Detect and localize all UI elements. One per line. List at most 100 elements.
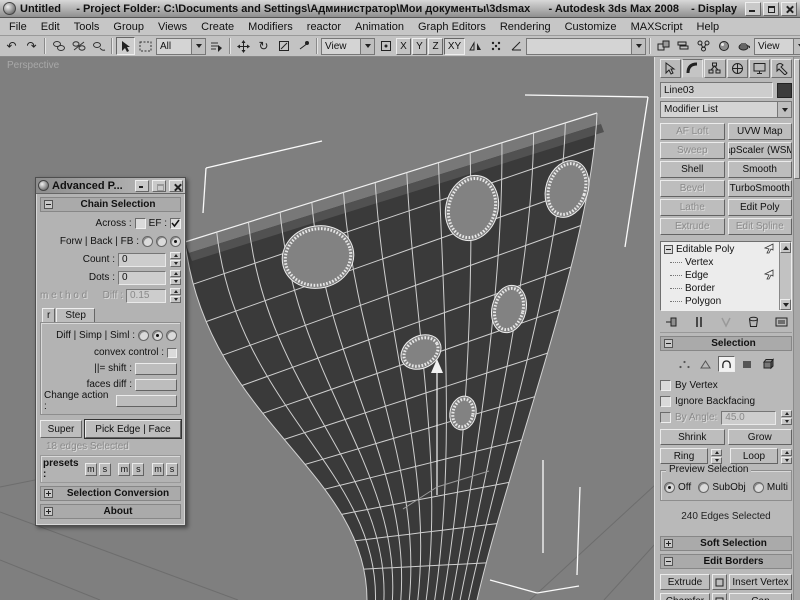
polygon-mode-icon[interactable] [739, 356, 756, 372]
preview-subobj-radio[interactable]: SubObj [698, 482, 745, 493]
preview-off-radio[interactable]: Off [664, 482, 691, 493]
tab-display-icon[interactable] [749, 59, 770, 78]
loop-button[interactable]: Loop [730, 448, 778, 464]
layer-manager-icon[interactable] [674, 37, 693, 55]
make-unique-icon[interactable] [717, 314, 735, 329]
dialog-minimize-button[interactable] [135, 180, 149, 192]
align-icon[interactable] [654, 37, 673, 55]
simp-radio[interactable] [152, 330, 163, 341]
editpoly-button[interactable]: Edit Poly [728, 199, 793, 216]
close-button[interactable] [781, 2, 797, 16]
select-and-scale-icon[interactable] [274, 37, 293, 55]
stack-row-polygon[interactable]: Polygon [664, 295, 777, 308]
render-view-dropdown[interactable]: View [754, 38, 800, 55]
dialog-title-bar[interactable]: Advanced P... [36, 178, 185, 194]
ring-spinner[interactable] [711, 449, 722, 464]
diff-field[interactable]: 0.15 [126, 289, 166, 303]
panel-scrollbar[interactable] [793, 57, 800, 600]
use-pivot-center-icon[interactable] [376, 37, 395, 55]
mapscaler-button[interactable]: apScaler (WSM [728, 142, 793, 159]
angle-snap-icon[interactable] [506, 37, 525, 55]
by-angle-field[interactable]: 45.0 [721, 411, 776, 425]
edge-mode-icon[interactable] [697, 356, 714, 372]
select-object-icon[interactable] [116, 37, 135, 55]
turbosmooth-button[interactable]: TurboSmooth [728, 180, 793, 197]
convex-checkbox[interactable] [167, 348, 177, 358]
dropdown-arrow-icon[interactable] [777, 102, 791, 117]
grow-button[interactable]: Grow [728, 429, 793, 445]
select-by-name-icon[interactable] [207, 37, 226, 55]
chamfer-button[interactable]: Chamfer [660, 593, 710, 600]
lathe-button[interactable]: Lathe [660, 199, 725, 216]
selection-conversion-rollout-header[interactable]: Selection Conversion [40, 486, 181, 501]
menu-graph-editors[interactable]: Graph Editors [411, 19, 493, 35]
dialog-close-button[interactable] [169, 180, 183, 192]
element-mode-icon[interactable] [760, 356, 777, 372]
diff-spinner[interactable] [170, 288, 181, 303]
tab-utilities-icon[interactable] [771, 59, 792, 78]
object-name-field[interactable]: Line03 [660, 82, 773, 98]
remove-modifier-icon[interactable] [745, 314, 763, 329]
menu-animation[interactable]: Animation [348, 19, 411, 35]
stack-row-edge[interactable]: Edge [664, 269, 777, 282]
dropdown-arrow-icon[interactable] [631, 39, 645, 54]
menu-customize[interactable]: Customize [558, 19, 624, 35]
loop-spinner[interactable] [781, 449, 792, 464]
advanced-painter-dialog[interactable]: Advanced P... Chain Selection Across : E… [35, 177, 186, 526]
show-end-result-icon[interactable] [690, 314, 708, 329]
object-color-swatch[interactable] [777, 83, 792, 98]
preset-s1-button[interactable]: s [99, 463, 111, 476]
edit-borders-rollout-header[interactable]: Edit Borders [660, 554, 792, 569]
scroll-up-icon[interactable] [780, 242, 791, 253]
back-radio[interactable] [156, 236, 167, 247]
collapse-icon[interactable] [664, 245, 673, 254]
menu-edit[interactable]: Edit [34, 19, 67, 35]
selection-rollout-header[interactable]: Selection [660, 336, 792, 351]
menu-reactor[interactable]: reactor [300, 19, 348, 35]
afloft-button[interactable]: AF Loft [660, 123, 725, 140]
dropdown-arrow-icon[interactable] [793, 39, 800, 54]
modifier-list-dropdown[interactable]: Modifier List [660, 101, 792, 118]
checkbox[interactable] [660, 412, 671, 423]
axis-x-button[interactable]: X [396, 38, 411, 55]
reference-coordinate-dropdown[interactable]: View [321, 38, 375, 55]
dots-field[interactable]: 0 [118, 271, 166, 285]
restore-button[interactable] [763, 2, 779, 16]
render-setup-icon[interactable] [734, 37, 753, 55]
tab-step[interactable]: Step [56, 308, 95, 322]
minimize-button[interactable] [745, 2, 761, 16]
checkbox[interactable] [660, 380, 671, 391]
dots-spinner[interactable] [170, 270, 181, 285]
menu-maxscript[interactable]: MAXScript [624, 19, 690, 35]
configure-modifier-sets-icon[interactable] [772, 314, 790, 329]
schematic-view-icon[interactable] [694, 37, 713, 55]
menu-views[interactable]: Views [151, 19, 194, 35]
faces-diff-button[interactable] [135, 379, 177, 391]
cap-button[interactable]: Cap [729, 593, 792, 600]
redo-icon[interactable]: ↷ [22, 37, 41, 55]
extrude-settings-icon[interactable] [712, 574, 727, 590]
extrude-mod-button[interactable]: Extrude [660, 218, 725, 235]
smooth-button[interactable]: Smooth [728, 161, 793, 178]
stack-scrollbar[interactable] [779, 242, 791, 310]
viewport-label[interactable]: Perspective [7, 60, 59, 71]
about-rollout-header[interactable]: About [40, 504, 181, 519]
forw-radio[interactable] [142, 236, 153, 247]
extrude-button[interactable]: Extrude [660, 574, 710, 590]
snaps-toggle-icon[interactable] [486, 37, 505, 55]
preset-m2-button[interactable]: m [118, 463, 130, 476]
tab-r[interactable]: r [42, 308, 55, 322]
ring-button[interactable]: Ring [660, 448, 708, 464]
stack-row-vertex[interactable]: Vertex [664, 256, 777, 269]
count-spinner[interactable] [170, 252, 181, 267]
menu-tools[interactable]: Tools [67, 19, 107, 35]
diff-radio[interactable] [138, 330, 149, 341]
insert-vertex-button[interactable]: Insert Vertex [729, 574, 792, 590]
sweep-button[interactable]: Sweep [660, 142, 725, 159]
shift-button[interactable] [135, 363, 177, 375]
menu-rendering[interactable]: Rendering [493, 19, 558, 35]
material-editor-icon[interactable] [714, 37, 733, 55]
by-vertex-option[interactable]: By Vertex [660, 378, 792, 393]
checkbox[interactable] [660, 396, 671, 407]
axis-z-button[interactable]: Z [428, 38, 443, 55]
